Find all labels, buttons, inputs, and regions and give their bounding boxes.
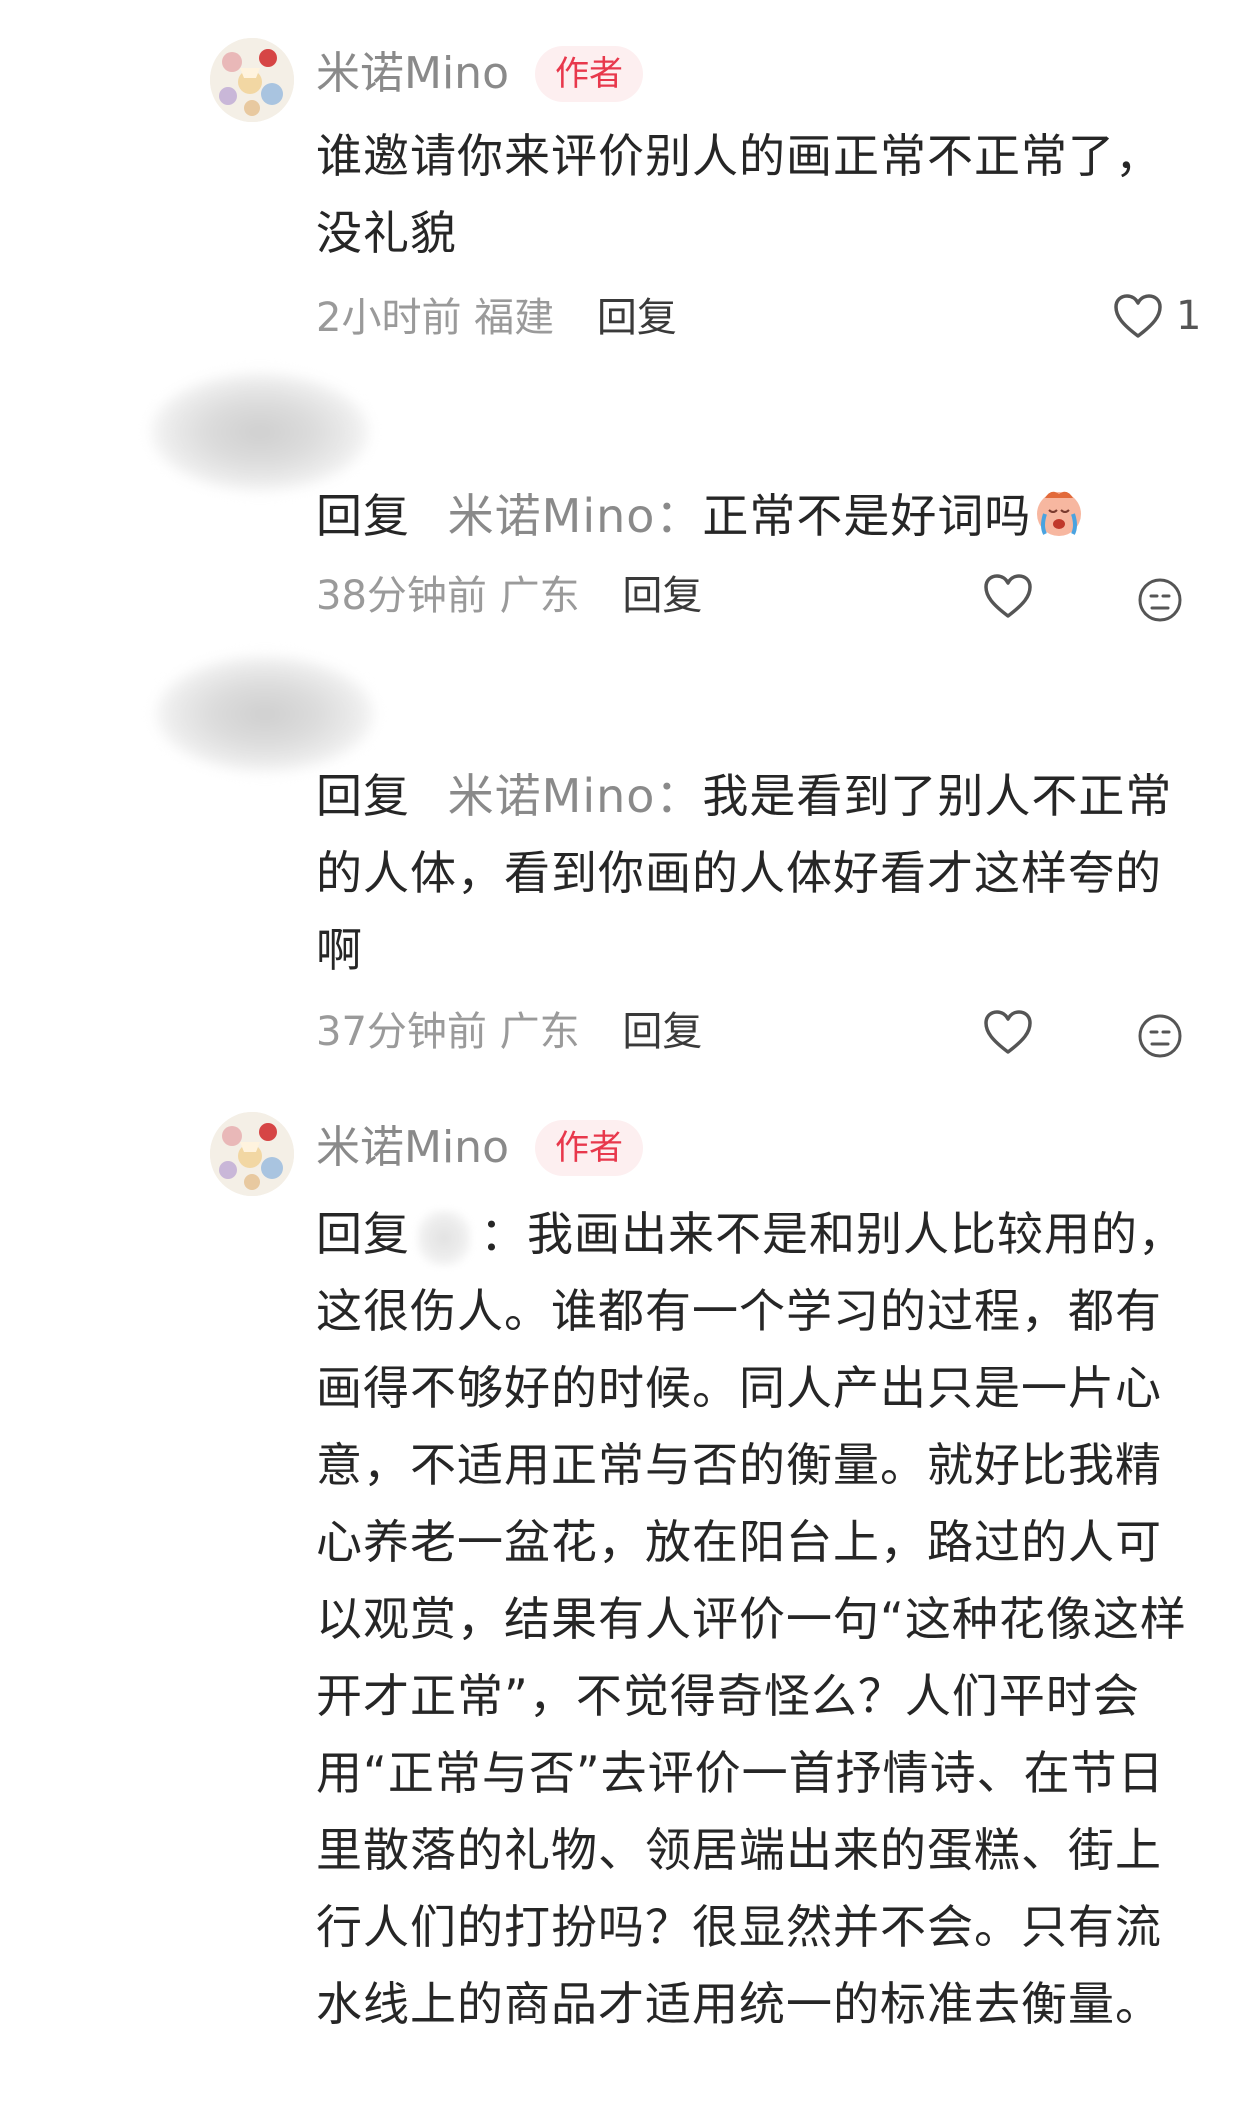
comment-meta: 37分钟前 广东 回复 [316,1012,702,1052]
comment-meta: 2小时前 福建 回复 [316,298,677,338]
like-button[interactable]: 1 [1112,292,1201,340]
dislike-face-icon [1136,1012,1184,1060]
reply-button[interactable]: 回复 [622,1009,702,1055]
like-button[interactable] [982,1008,1034,1056]
dislike-button[interactable] [1136,1012,1184,1060]
dislike-button[interactable] [1136,576,1184,624]
reply-text: 正常不是好词吗 [702,489,1032,543]
mention[interactable]: 米诺Mino： [448,489,703,543]
reply-button[interactable]: 回复 [622,573,702,619]
author-avatar[interactable] [210,38,294,122]
comment-meta: 38分钟前 广东 回复 [316,576,702,616]
reply-prefix: 回复 [316,1207,410,1261]
blurred-avatar[interactable] [155,655,375,773]
comment-location: 广东 [499,573,580,619]
comment-location: 广东 [499,1009,580,1055]
reply-prefix: 回复 [316,489,410,543]
username[interactable]: 米诺Mino [316,1126,509,1170]
comment-location: 福建 [474,295,555,341]
comment-text: 回复 ：我画出来不是和别人比较用的，这很伤人。谁都有一个学习的过程，都有画得不够好… [316,1196,1196,2043]
mention[interactable]: 米诺Mino： [448,769,703,823]
comment-text: 回复 米诺Mino：我是看到了别人不正常的人体，看到你画的人体好看才这样夸的啊 [316,758,1196,989]
author-avatar[interactable] [210,1112,294,1196]
crying-emoji [1031,484,1087,540]
comment-time: 37分钟前 [316,1009,487,1055]
like-count: 1 [1176,293,1202,339]
reply-button[interactable]: 回复 [597,295,677,341]
mention-colon: ： [480,1207,527,1261]
author-badge: 作者 [535,46,643,102]
reply-text: 我画出来不是和别人比较用的，这很伤人。谁都有一个学习的过程，都有画得不够好的时候… [316,1207,1187,2031]
comment-time: 38分钟前 [316,573,487,619]
comment-time: 2小时前 [316,295,462,341]
reply-prefix: 回复 [316,769,410,823]
blurred-avatar[interactable] [150,372,370,492]
author-badge: 作者 [535,1120,643,1176]
reply-text: 我是看到了别人不正常的人体，看到你画的人体好看才这样夸的啊 [316,769,1173,977]
like-button[interactable] [982,572,1034,620]
username[interactable]: 米诺Mino [316,52,509,96]
dislike-face-icon [1136,576,1184,624]
heart-icon [982,1008,1034,1056]
heart-icon [1112,292,1164,340]
blurred-username[interactable] [416,1208,472,1267]
heart-icon [982,572,1034,620]
comment-text: 谁邀请你来评价别人的画正常不正常了，没礼貌 [316,129,1162,260]
comment-text: 回复 米诺Mino：正常不是好词吗 [316,478,1196,555]
